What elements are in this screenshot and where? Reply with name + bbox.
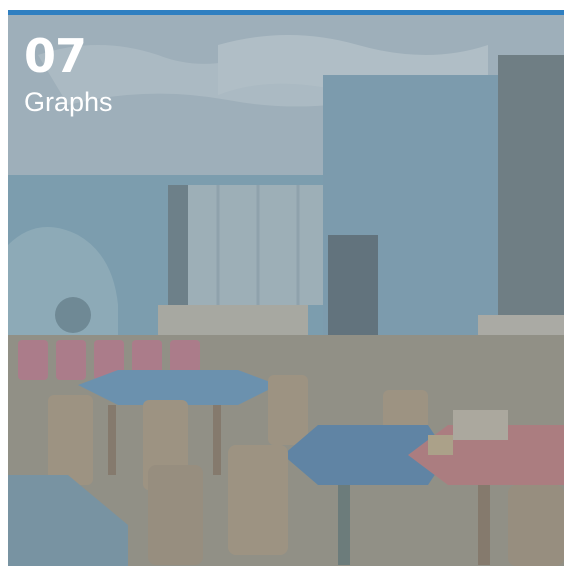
card-number: 07 xyxy=(24,29,87,83)
card-title: Graphs xyxy=(24,87,113,117)
card-label: 07 Graphs xyxy=(24,31,113,119)
graphs-card[interactable]: 07 Graphs xyxy=(8,10,564,566)
